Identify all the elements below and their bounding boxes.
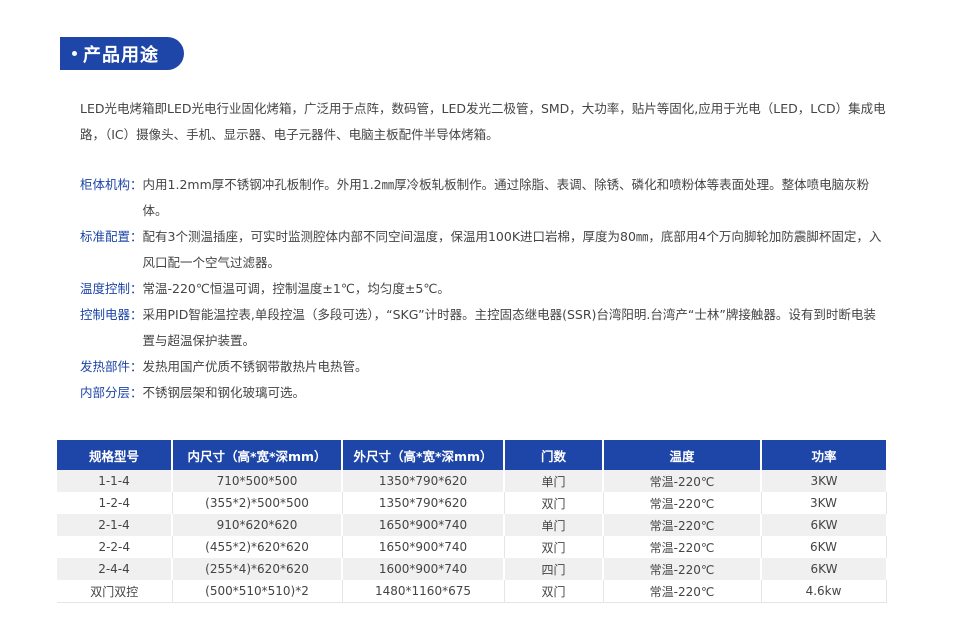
- table-cell: 2-2-4: [57, 536, 173, 558]
- spec-text: 不锈钢层架和钢化玻璃可选。: [142, 385, 306, 400]
- column-header-doors: 门数: [504, 440, 604, 470]
- spec-text: 常温-220℃恒温可调，控制温度±1℃，均匀度±5℃。: [142, 281, 450, 296]
- table-row: 双门双控 (500*510*510)*2 1480*1160*675 双门 常温…: [57, 580, 887, 603]
- table-cell: 1350*790*620: [342, 470, 505, 492]
- table-cell: 双门双控: [57, 580, 173, 603]
- bullet-dot-icon: [72, 51, 77, 56]
- table-cell: 双门: [504, 492, 604, 514]
- spec-label: 标准配置：: [80, 229, 143, 244]
- table-cell: 4.6kw: [761, 580, 887, 603]
- table-cell: 910*620*620: [172, 514, 343, 536]
- spec-text: 内用1.2mm厚不锈钢冲孔板制作。外用1.2㎜厚冷板轧板制作。通过除脂、表调、除…: [142, 177, 870, 218]
- table-cell: 双门: [504, 580, 604, 603]
- table-row: 2-4-4 (255*4)*620*620 1600*900*740 四门 常温…: [57, 558, 886, 580]
- table-cell: 单门: [504, 470, 604, 492]
- table-cell: 1-1-4: [57, 470, 173, 492]
- table-cell: (255*4)*620*620: [172, 558, 343, 580]
- table-cell: 710*500*500: [172, 470, 343, 492]
- table-cell: 1350*790*620: [342, 492, 505, 514]
- intro-paragraph: LED光电烤箱即LED光电行业固化烤箱，广泛用于点阵，数码管，LED发光二极管，…: [80, 101, 886, 142]
- table-cell: 2-4-4: [57, 558, 173, 580]
- table-cell: 1650*900*740: [342, 514, 505, 536]
- table-cell: (455*2)*620*620: [172, 536, 343, 558]
- table-cell: 3KW: [761, 492, 887, 514]
- spec-item: 温度控制： 常温-220℃恒温可调，控制温度±1℃，均匀度±5℃。: [80, 276, 888, 302]
- spec-item: 控制电器： 采用PID智能温控表,单段控温（多段可选），“SKG”计时器。主控固…: [80, 302, 888, 354]
- table-row: 1-2-4 (355*2)*500*500 1350*790*620 双门 常温…: [57, 492, 887, 514]
- spec-text: 配有3个测温插座，可实时监测腔体内部不同空间温度，保温用100K进口岩棉，厚度为…: [142, 229, 882, 270]
- table-cell: 常温-220℃: [603, 536, 762, 558]
- table-cell: 1650*900*740: [342, 536, 505, 558]
- column-header-inner-size: 内尺寸（高*宽*深mm）: [172, 440, 343, 470]
- column-header-power: 功率: [761, 440, 886, 470]
- table-cell: 常温-220℃: [603, 514, 762, 536]
- table-header-row: 规格型号 内尺寸（高*宽*深mm） 外尺寸（高*宽*深mm） 门数 温度 功率: [57, 440, 886, 470]
- spec-label: 温度控制：: [80, 281, 143, 296]
- table-cell: (500*510*510)*2: [172, 580, 343, 603]
- table-cell: 常温-220℃: [603, 558, 762, 580]
- column-header-outer-size: 外尺寸（高*宽*深mm）: [342, 440, 505, 470]
- spec-text: 发热用国产优质不锈钢带散热片电热管。: [142, 359, 368, 374]
- section-title: 产品用途: [83, 44, 159, 66]
- spec-item: 发热部件： 发热用国产优质不锈钢带散热片电热管。: [80, 354, 888, 380]
- table-cell: 双门: [504, 536, 604, 558]
- table-row: 2-1-4 910*620*620 1650*900*740 单门 常温-220…: [57, 514, 886, 536]
- table-cell: 2-1-4: [57, 514, 173, 536]
- spec-item: 内部分层： 不锈钢层架和钢化玻璃可选。: [80, 380, 888, 406]
- table-cell: 6KW: [761, 514, 886, 536]
- column-header-temperature: 温度: [603, 440, 762, 470]
- spec-label: 内部分层：: [80, 385, 143, 400]
- table-cell: 1-2-4: [57, 492, 173, 514]
- spec-list: 柜体机构： 内用1.2mm厚不锈钢冲孔板制作。外用1.2㎜厚冷板轧板制作。通过除…: [80, 172, 888, 406]
- table-cell: 1480*1160*675: [342, 580, 505, 603]
- table-cell: 单门: [504, 514, 604, 536]
- table-cell: (355*2)*500*500: [172, 492, 343, 514]
- table-row: 1-1-4 710*500*500 1350*790*620 单门 常温-220…: [57, 470, 886, 492]
- section-heading: 产品用途: [60, 37, 184, 70]
- spec-item: 标准配置： 配有3个测温插座，可实时监测腔体内部不同空间温度，保温用100K进口…: [80, 224, 888, 276]
- table-cell: 6KW: [761, 536, 887, 558]
- table-cell: 常温-220℃: [603, 580, 762, 603]
- column-header-model: 规格型号: [57, 440, 173, 470]
- spec-item: 柜体机构： 内用1.2mm厚不锈钢冲孔板制作。外用1.2㎜厚冷板轧板制作。通过除…: [80, 172, 888, 224]
- table-cell: 3KW: [761, 470, 886, 492]
- spec-label: 控制电器：: [80, 307, 143, 322]
- table-cell: 常温-220℃: [603, 492, 762, 514]
- spec-text: 采用PID智能温控表,单段控温（多段可选），“SKG”计时器。主控固态继电器(S…: [142, 307, 876, 348]
- table-cell: 常温-220℃: [603, 470, 762, 492]
- table-cell: 1600*900*740: [342, 558, 505, 580]
- table-row: 2-2-4 (455*2)*620*620 1650*900*740 双门 常温…: [57, 536, 887, 558]
- table-cell: 四门: [504, 558, 604, 580]
- spec-label: 发热部件：: [80, 359, 143, 374]
- spec-table: 规格型号 内尺寸（高*宽*深mm） 外尺寸（高*宽*深mm） 门数 温度 功率 …: [57, 440, 887, 603]
- table-cell: 6KW: [761, 558, 886, 580]
- spec-label: 柜体机构：: [80, 177, 143, 192]
